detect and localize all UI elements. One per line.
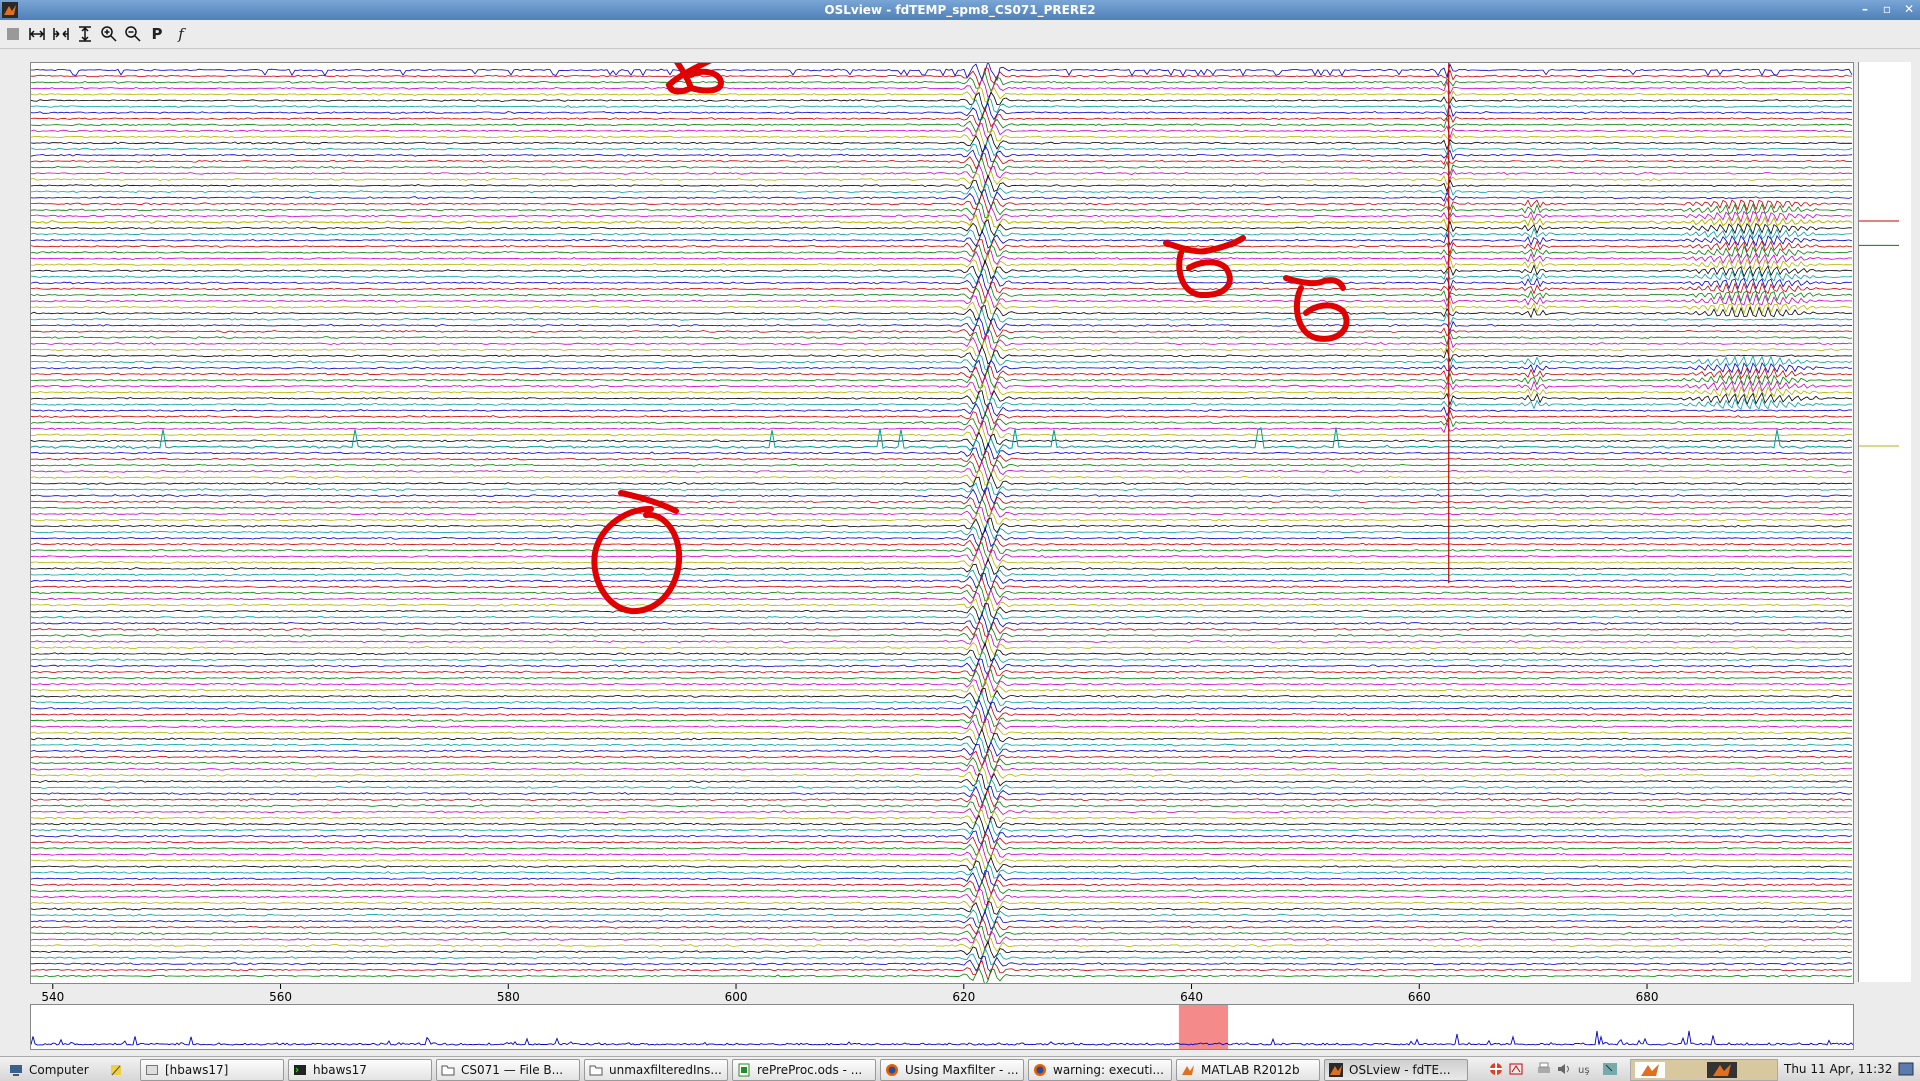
taskbar-item[interactable]: Using Maxfilter - ... — [880, 1059, 1024, 1081]
x-tick-label: 680 — [1636, 990, 1659, 1004]
expand-horizontal-icon — [29, 28, 45, 40]
taskbar-item[interactable]: rePreProc.ods - ... — [732, 1059, 876, 1081]
taskbar-item[interactable]: CS071 — File B... — [436, 1059, 580, 1081]
window-title: OSLview - fdTEMP_spm8_CS071_PRERE2 — [824, 3, 1096, 17]
channel-trace — [31, 894, 1853, 914]
channel-trace — [31, 606, 1853, 627]
taskbar-item-active[interactable]: OSLview - fdTE... — [1324, 1059, 1468, 1081]
x-tick-label: 660 — [1408, 990, 1431, 1004]
matlab-icon — [1182, 1065, 1194, 1075]
folder-icon — [589, 1065, 603, 1076]
channel-trace — [31, 244, 1853, 264]
maximize-button[interactable]: ▫ — [1880, 2, 1894, 16]
channel-trace — [31, 223, 1853, 244]
channel-trace — [31, 389, 1853, 409]
terminal-icon — [294, 1065, 306, 1075]
taskbar-item[interactable]: unmaxfilteredIns... — [584, 1059, 728, 1081]
taskbar-computer[interactable]: Computer — [4, 1059, 102, 1081]
pointer-icon[interactable] — [1602, 1061, 1618, 1077]
firefox-icon — [1034, 1064, 1046, 1076]
channel-trace — [31, 794, 1852, 814]
channel-trace — [31, 505, 1853, 525]
svg-text:uş: uş — [1578, 1065, 1590, 1076]
taskbar: Computer [hbaws17] hbaws17 CS071 — File … — [0, 1056, 1920, 1081]
zoom-out-icon — [125, 26, 141, 42]
computer-icon — [10, 1065, 22, 1076]
zoom-in-icon — [101, 26, 117, 42]
channel-trace — [31, 649, 1853, 668]
contract-horizontal-icon — [53, 28, 69, 40]
channel-trace — [31, 788, 1853, 809]
main-signal-plot[interactable] — [30, 62, 1854, 984]
update-icon[interactable] — [1488, 1061, 1504, 1077]
expand-vertical-icon — [79, 26, 91, 42]
channel-trace — [31, 114, 1853, 134]
overview-selection[interactable] — [1178, 1005, 1229, 1049]
channel-trace — [31, 254, 1852, 274]
x-axis: 540 560 580 600 620 640 660 680 — [30, 984, 1852, 1006]
x-tick-label: 580 — [497, 990, 520, 1004]
toolbar: P f — [0, 20, 1920, 49]
workspace-matlab-icon — [1707, 1062, 1737, 1078]
scale-vertical-button[interactable] — [74, 23, 96, 45]
close-button[interactable]: ✕ — [1902, 2, 1916, 16]
terminal-icon — [146, 1065, 158, 1075]
x-tick-label: 600 — [725, 990, 748, 1004]
x-tick-label: 620 — [952, 990, 975, 1004]
clock[interactable]: Thu 11 Apr, 11:32 — [1784, 1062, 1892, 1076]
taskbar-item[interactable]: MATLAB R2012b — [1176, 1059, 1320, 1081]
taskbar-item[interactable]: warning: executi... — [1028, 1059, 1172, 1081]
contract-time-button[interactable] — [50, 23, 72, 45]
x-tick-label: 640 — [1180, 990, 1203, 1004]
p-button[interactable]: P — [146, 23, 168, 45]
taskbar-notes[interactable] — [104, 1059, 130, 1081]
stop-icon — [7, 28, 19, 40]
show-desktop-icon[interactable] — [1898, 1061, 1914, 1077]
volume-icon[interactable] — [1556, 1061, 1572, 1077]
channel-trace — [31, 370, 1853, 389]
network-icon[interactable] — [1508, 1061, 1524, 1077]
expand-time-button[interactable] — [26, 23, 48, 45]
minimize-button[interactable]: – — [1858, 2, 1872, 16]
spreadsheet-icon — [738, 1063, 750, 1077]
matlab-icon — [1329, 1063, 1343, 1077]
keyboard-icon[interactable]: uş — [1576, 1061, 1592, 1077]
workspace-matlab-icon — [1635, 1062, 1665, 1078]
channel-trace — [31, 900, 1853, 920]
overview-trace — [31, 1030, 1853, 1046]
channel-trace — [31, 144, 1853, 164]
channel-trace — [31, 107, 1853, 128]
zoom-out-button[interactable] — [122, 23, 144, 45]
function-button[interactable]: f — [170, 23, 192, 45]
firefox-icon — [886, 1064, 898, 1076]
channel-marker-strip — [1858, 62, 1911, 982]
x-tick-label: 560 — [269, 990, 292, 1004]
zoom-in-button[interactable] — [98, 23, 120, 45]
channel-trace — [31, 678, 1853, 699]
channel-trace — [31, 785, 1853, 804]
channel-trace — [31, 930, 1853, 951]
notes-icon — [111, 1065, 121, 1076]
x-tick-label: 540 — [41, 990, 64, 1004]
taskbar-item[interactable]: [hbaws17] — [140, 1059, 284, 1081]
signal-traces — [31, 63, 1853, 983]
overview-plot[interactable] — [30, 1004, 1854, 1050]
channel-trace — [31, 521, 1853, 541]
printer-icon[interactable] — [1536, 1061, 1552, 1077]
stop-button[interactable] — [2, 23, 24, 45]
channel-trace — [31, 940, 1853, 960]
channel-trace — [31, 405, 1853, 426]
channel-trace — [31, 967, 1853, 983]
window-titlebar: OSLview - fdTEMP_spm8_CS071_PRERE2 – ▫ ✕ — [0, 0, 1920, 20]
folder-icon — [441, 1065, 455, 1076]
channel-trace — [31, 915, 1853, 936]
channel-trace — [31, 910, 1853, 930]
taskbar-item[interactable]: hbaws17 — [288, 1059, 432, 1081]
channel-trace — [31, 642, 1853, 663]
channel-trace — [31, 63, 1853, 82]
workspace-switcher[interactable] — [1630, 1059, 1778, 1081]
